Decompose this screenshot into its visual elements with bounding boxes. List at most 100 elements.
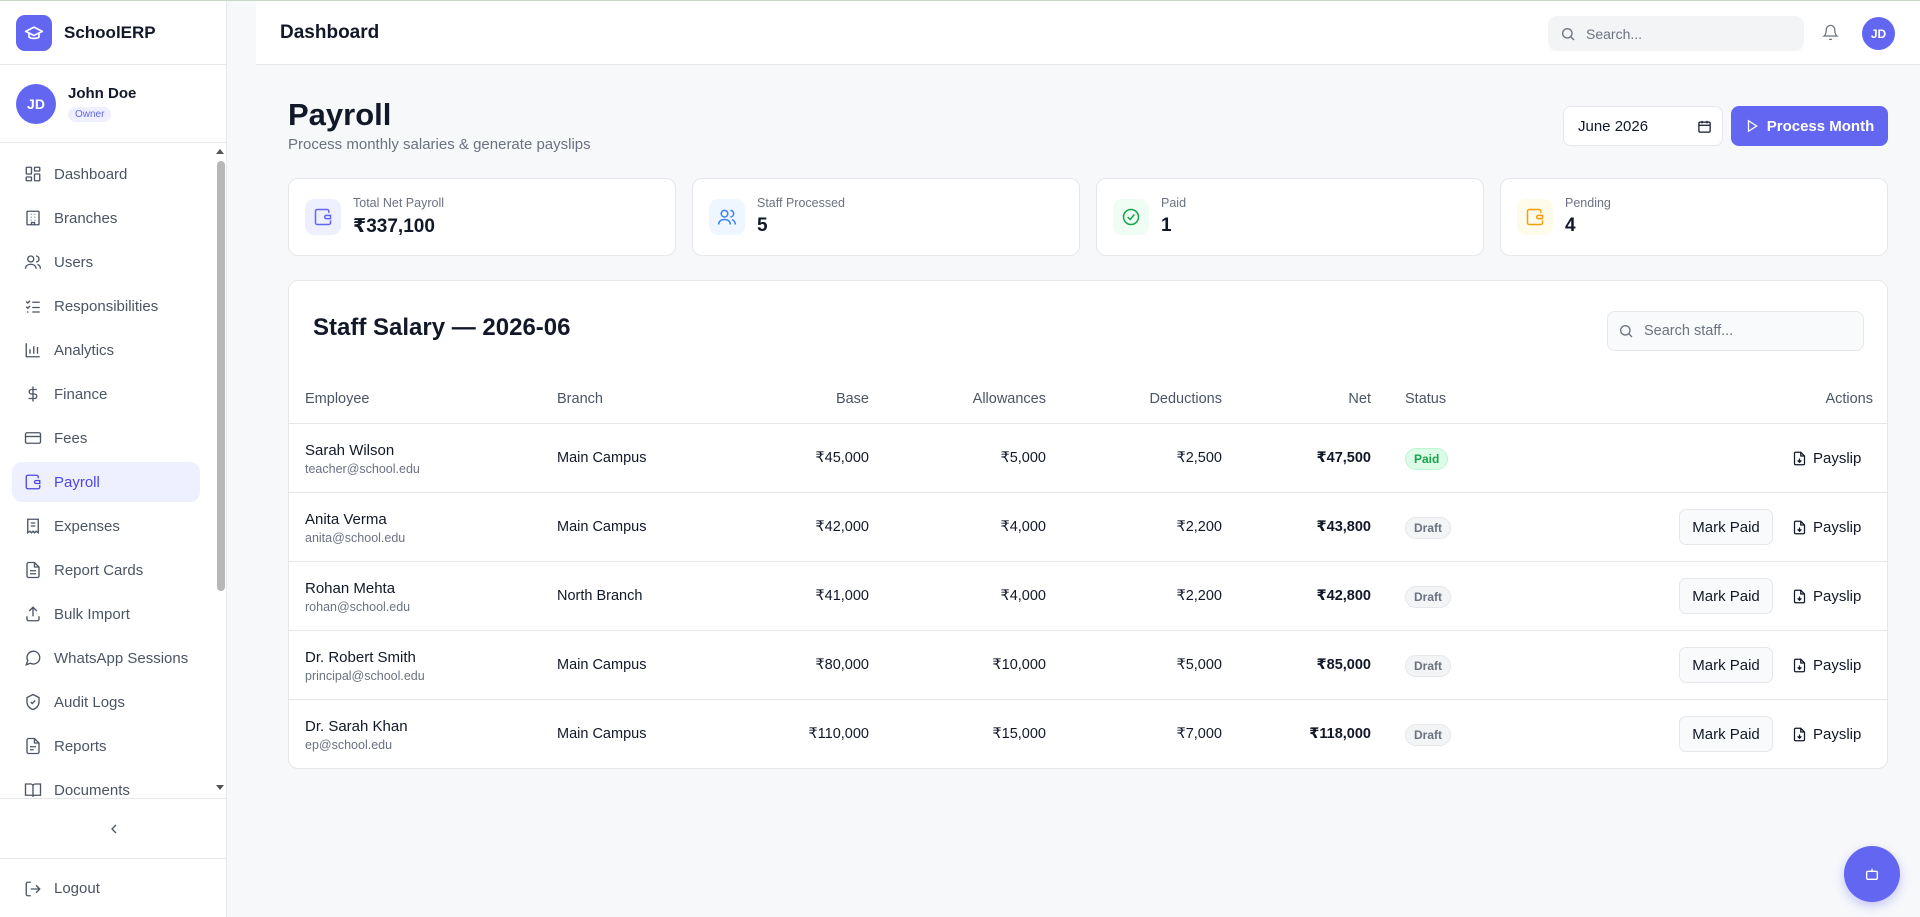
employee-email: ep@school.edu xyxy=(305,738,393,752)
column-header-base[interactable]: Base xyxy=(769,391,869,407)
employee-name: Sarah Wilson xyxy=(305,442,395,459)
stat-card-paid: Paid 1 xyxy=(1096,178,1484,256)
credit-card-icon xyxy=(24,432,42,444)
wallet-icon xyxy=(1517,199,1553,235)
payslip-label: Payslip xyxy=(1813,449,1862,467)
file-download-icon xyxy=(1793,727,1806,741)
column-header-net[interactable]: Net xyxy=(1271,391,1371,407)
deductions-cell: ₹2,500 xyxy=(1176,450,1222,466)
sidebar-item-report-cards[interactable]: Report Cards xyxy=(12,550,200,590)
status-badge: Draft xyxy=(1405,724,1452,746)
allowances-cell: ₹4,000 xyxy=(1000,588,1046,604)
chevron-left-icon xyxy=(110,824,116,833)
collapse-sidebar-button[interactable] xyxy=(0,798,227,858)
base-cell: ₹80,000 xyxy=(815,657,869,673)
staff-search-input[interactable] xyxy=(1644,323,1854,339)
sidebar-item-label: Fees xyxy=(54,429,88,447)
sidebar-item-dashboard[interactable]: Dashboard xyxy=(12,154,200,194)
sidebar-item-whatsapp-sessions[interactable]: WhatsApp Sessions xyxy=(12,638,200,678)
header-title: Dashboard xyxy=(280,22,380,43)
stat-label: Total Net Payroll xyxy=(353,196,445,210)
sidebar-item-analytics[interactable]: Analytics xyxy=(12,330,200,370)
sidebar-item-bulk-import[interactable]: Bulk Import xyxy=(12,594,200,634)
header-avatar[interactable]: JD xyxy=(1862,17,1895,50)
wallet-icon xyxy=(305,199,341,235)
payslip-button[interactable]: Payslip xyxy=(1792,654,1861,676)
assistant-bot-button[interactable] xyxy=(1844,846,1900,902)
sidebar-item-fees[interactable]: Fees xyxy=(12,418,200,458)
checklist-icon xyxy=(25,300,40,313)
sidebar-item-payroll[interactable]: Payroll xyxy=(12,462,200,502)
column-header-actions: Actions xyxy=(1825,391,1873,407)
page-subtitle: Process monthly salaries & generate pays… xyxy=(288,136,591,153)
month-picker[interactable]: June 2026 xyxy=(1563,106,1723,146)
sidebar-item-label: Report Cards xyxy=(54,561,144,579)
column-header-employee[interactable]: Employee xyxy=(305,391,369,407)
global-search[interactable] xyxy=(1548,16,1804,51)
dollar-icon xyxy=(28,386,38,402)
net-cell: ₹47,500 xyxy=(1316,450,1371,466)
sidebar-item-label: Reports xyxy=(54,737,107,755)
allowances-cell: ₹4,000 xyxy=(1000,519,1046,535)
staff-search[interactable] xyxy=(1607,311,1864,351)
branch-cell: Main Campus xyxy=(557,657,647,673)
process-month-button[interactable]: Process Month xyxy=(1731,106,1888,146)
dashboard-icon xyxy=(25,166,41,182)
search-input[interactable] xyxy=(1586,25,1786,42)
sidebar-item-label: Responsibilities xyxy=(54,297,159,315)
sidebar-item-audit-logs[interactable]: Audit Logs xyxy=(12,682,200,722)
net-cell: ₹85,000 xyxy=(1316,657,1371,673)
payslip-button[interactable]: Payslip xyxy=(1792,516,1861,538)
base-cell: ₹42,000 xyxy=(815,519,869,535)
sidebar-item-finance[interactable]: Finance xyxy=(12,374,200,414)
table-title: Staff Salary — 2026-06 xyxy=(313,314,571,341)
mark-paid-button[interactable]: Mark Paid xyxy=(1679,509,1773,545)
bot-icon xyxy=(1866,868,1878,880)
sidebar-item-label: WhatsApp Sessions xyxy=(54,649,189,667)
stat-card-staff-processed: Staff Processed 5 xyxy=(692,178,1080,256)
sidebar-item-label: Payroll xyxy=(54,473,100,491)
message-icon xyxy=(25,650,41,666)
sidebar-item-expenses[interactable]: Expenses xyxy=(12,506,200,546)
deductions-cell: ₹5,000 xyxy=(1176,657,1222,673)
users-icon xyxy=(709,199,745,235)
payslip-button[interactable]: Payslip xyxy=(1792,723,1861,745)
shield-icon xyxy=(26,693,40,711)
payslip-button[interactable]: Payslip xyxy=(1792,585,1861,607)
scroll-down-arrow[interactable] xyxy=(216,785,224,790)
mark-paid-button[interactable]: Mark Paid xyxy=(1679,647,1773,683)
sidebar-item-reports[interactable]: Reports xyxy=(12,726,200,766)
sidebar-item-users[interactable]: Users xyxy=(12,242,200,282)
table-row: Sarah Wilson teacher@school.edu Main Cam… xyxy=(289,423,1887,492)
employee-email: rohan@school.edu xyxy=(305,600,411,614)
stat-value: 5 xyxy=(757,215,768,236)
sidebar-item-label: Analytics xyxy=(54,341,115,359)
column-header-status[interactable]: Status xyxy=(1405,391,1446,407)
sidebar: SchoolERP JD John Doe Owner Dashboard Br… xyxy=(0,1,227,917)
logout-button[interactable]: Logout xyxy=(0,858,227,917)
scroll-up-arrow[interactable] xyxy=(216,149,224,154)
calendar-icon[interactable] xyxy=(1697,119,1712,134)
employee-email: principal@school.edu xyxy=(305,669,425,683)
payslip-button[interactable]: Payslip xyxy=(1792,447,1861,469)
user-profile[interactable]: JD John Doe Owner xyxy=(0,65,226,143)
column-header-allowances[interactable]: Allowances xyxy=(896,391,1046,407)
sidebar-item-responsibilities[interactable]: Responsibilities xyxy=(12,286,200,326)
column-header-deductions[interactable]: Deductions xyxy=(1072,391,1222,407)
sidebar-scrollbar[interactable] xyxy=(213,146,227,798)
logout-icon xyxy=(25,881,41,896)
employee-name: Anita Verma xyxy=(305,511,387,528)
status-badge: Draft xyxy=(1405,655,1452,677)
sidebar-item-branches[interactable]: Branches xyxy=(12,198,200,238)
allowances-cell: ₹10,000 xyxy=(992,657,1046,673)
scrollbar-thumb[interactable] xyxy=(217,161,225,591)
employee-name: Dr. Sarah Khan xyxy=(305,718,408,735)
column-header-branch[interactable]: Branch xyxy=(557,391,603,407)
sidebar-item-documents[interactable]: Documents xyxy=(12,770,200,798)
employee-name: Rohan Mehta xyxy=(305,580,396,597)
mark-paid-button[interactable]: Mark Paid xyxy=(1679,578,1773,614)
branch-cell: North Branch xyxy=(557,588,643,604)
mark-paid-button[interactable]: Mark Paid xyxy=(1679,716,1773,752)
bell-icon[interactable] xyxy=(1822,24,1839,46)
stat-value: 1 xyxy=(1161,215,1172,236)
